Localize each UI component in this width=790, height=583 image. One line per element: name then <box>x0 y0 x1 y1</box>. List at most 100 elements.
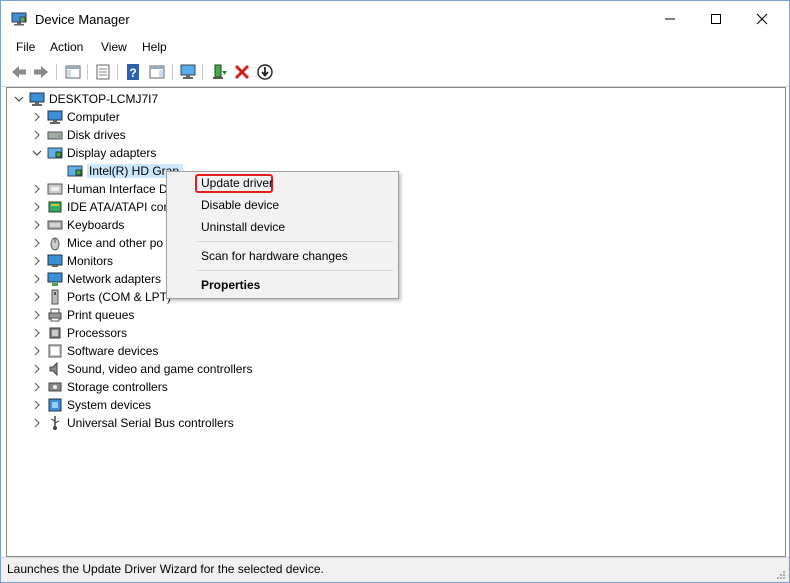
back-button[interactable] <box>9 62 29 82</box>
chevron-right-icon[interactable] <box>31 111 43 123</box>
tree-item-label: Sound, video and game controllers <box>67 362 253 376</box>
chevron-right-icon[interactable] <box>31 291 43 303</box>
properties-icon <box>96 64 110 80</box>
mouse-icon <box>47 235 63 251</box>
tree-item-label: Processors <box>67 326 128 340</box>
svg-text:?: ? <box>129 66 136 80</box>
tree-item-ports-com-lpt[interactable]: Ports (COM & LPT) <box>31 288 171 306</box>
chevron-down-icon[interactable] <box>31 147 43 159</box>
usb-icon <box>47 415 63 431</box>
tree-item-disk-drives[interactable]: Disk drives <box>31 126 126 144</box>
monitor-icon <box>47 253 63 269</box>
close-button[interactable] <box>739 1 785 37</box>
forward-icon <box>34 66 48 78</box>
context-menu-separator <box>197 270 393 271</box>
chevron-right-icon[interactable] <box>31 129 43 141</box>
chevron-right-icon[interactable] <box>31 345 43 357</box>
chevron-right-icon[interactable] <box>31 219 43 231</box>
chevron-right-icon[interactable] <box>31 255 43 267</box>
enable-device-icon <box>257 64 273 80</box>
forward-button[interactable] <box>31 62 51 82</box>
tree-item-monitors[interactable]: Monitors <box>31 252 113 270</box>
action-pane-button[interactable] <box>147 62 167 82</box>
tree-item-label: IDE ATA/ATAPI cor <box>67 200 168 214</box>
tree-item-print-queues[interactable]: Print queues <box>31 306 134 324</box>
scan-hardware-button[interactable] <box>178 62 198 82</box>
chevron-right-icon[interactable] <box>31 399 43 411</box>
window-title: Device Manager <box>35 12 130 27</box>
computer-icon <box>29 91 45 107</box>
resize-grip-icon[interactable] <box>776 570 786 580</box>
show-hide-console-tree-button[interactable] <box>63 62 83 82</box>
minimize-button[interactable] <box>647 1 693 37</box>
context-menu-properties[interactable]: Properties <box>201 278 260 292</box>
uninstall-button[interactable] <box>232 62 252 82</box>
update-driver-button[interactable] <box>209 62 229 82</box>
display-adapter-icon <box>67 163 83 179</box>
tree-item-processors[interactable]: Processors <box>31 324 127 342</box>
tree-item-display-adapters[interactable]: Display adapters <box>31 144 156 162</box>
maximize-button[interactable] <box>693 1 739 37</box>
menu-help[interactable]: Help <box>142 40 167 54</box>
menu-view[interactable]: View <box>101 40 127 54</box>
tree-item-label: Disk drives <box>67 128 126 142</box>
context-menu-scan-hardware[interactable]: Scan for hardware changes <box>201 249 348 263</box>
action-pane-icon <box>149 65 165 79</box>
tree-item-sound-video-and-game-controllers[interactable]: Sound, video and game controllers <box>31 360 252 378</box>
context-menu-disable-device[interactable]: Disable device <box>201 198 279 212</box>
update-driver-icon <box>213 64 227 79</box>
menu-bar: File Action View Help <box>1 37 789 57</box>
minimize-icon <box>665 18 675 20</box>
chevron-right-icon[interactable] <box>31 327 43 339</box>
console-tree-icon <box>65 65 81 79</box>
tree-item-human-interface-d[interactable]: Human Interface D <box>31 180 168 198</box>
tree-item-computer[interactable]: Computer <box>31 108 120 126</box>
tree-item-label: Monitors <box>67 254 114 268</box>
tree-root[interactable]: DESKTOP-LCMJ7I7 <box>13 90 158 108</box>
chevron-right-icon[interactable] <box>31 309 43 321</box>
chevron-down-icon[interactable] <box>13 93 25 105</box>
software-device-icon <box>47 343 63 359</box>
chevron-right-icon[interactable] <box>31 201 43 213</box>
device-tree[interactable]: DESKTOP-LCMJ7I7 Computer Disk drives Displ… <box>6 87 786 557</box>
context-menu-uninstall-device[interactable]: Uninstall device <box>201 220 285 234</box>
tree-item-network-adapters[interactable]: Network adapters <box>31 270 161 288</box>
tree-item-label: Network adapters <box>67 272 162 286</box>
chevron-right-icon[interactable] <box>31 381 43 393</box>
tree-item-system-devices[interactable]: System devices <box>31 396 151 414</box>
tree-item-label: Human Interface D <box>67 182 168 196</box>
maximize-icon <box>711 14 721 24</box>
chevron-right-icon[interactable] <box>31 183 43 195</box>
monitor-icon <box>180 64 196 79</box>
enable-device-button[interactable] <box>255 62 275 82</box>
tree-item-software-devices[interactable]: Software devices <box>31 342 158 360</box>
tree-item-label: Keyboards <box>67 218 125 232</box>
device-manager-window: Device Manager File Action View Help ? D… <box>0 0 790 583</box>
chevron-right-icon[interactable] <box>31 417 43 429</box>
back-icon <box>12 66 26 78</box>
display-adapter-icon <box>47 145 63 161</box>
system-device-icon <box>47 397 63 413</box>
menu-action[interactable]: Action <box>50 40 83 54</box>
tree-item-label: Universal Serial Bus controllers <box>67 416 234 430</box>
tree-item-ide-ata-atapi-cor[interactable]: IDE ATA/ATAPI cor <box>31 198 167 216</box>
tree-item-storage-controllers[interactable]: Storage controllers <box>31 378 168 396</box>
chevron-right-icon[interactable] <box>31 363 43 375</box>
network-icon <box>47 271 63 287</box>
status-bar: Launches the Update Driver Wizard for th… <box>1 557 789 582</box>
title-bar: Device Manager <box>1 1 789 37</box>
menu-file[interactable]: File <box>16 40 35 54</box>
chevron-right-icon[interactable] <box>31 273 43 285</box>
tree-item-mice-and-other-po[interactable]: Mice and other po <box>31 234 163 252</box>
help-button[interactable]: ? <box>123 62 143 82</box>
tree-item-keyboards[interactable]: Keyboards <box>31 216 124 234</box>
properties-button[interactable] <box>93 62 113 82</box>
tree-item-universal-serial-bus-controllers[interactable]: Universal Serial Bus controllers <box>31 414 234 432</box>
tree-item-label: Mice and other po <box>67 236 164 250</box>
tree-item-label: Software devices <box>67 344 159 358</box>
context-menu-update-driver[interactable]: Update driver <box>201 176 273 190</box>
chevron-right-icon[interactable] <box>31 237 43 249</box>
ide-icon <box>47 199 63 215</box>
context-menu-separator <box>197 241 393 242</box>
tree-item-label: Print queues <box>67 308 135 322</box>
